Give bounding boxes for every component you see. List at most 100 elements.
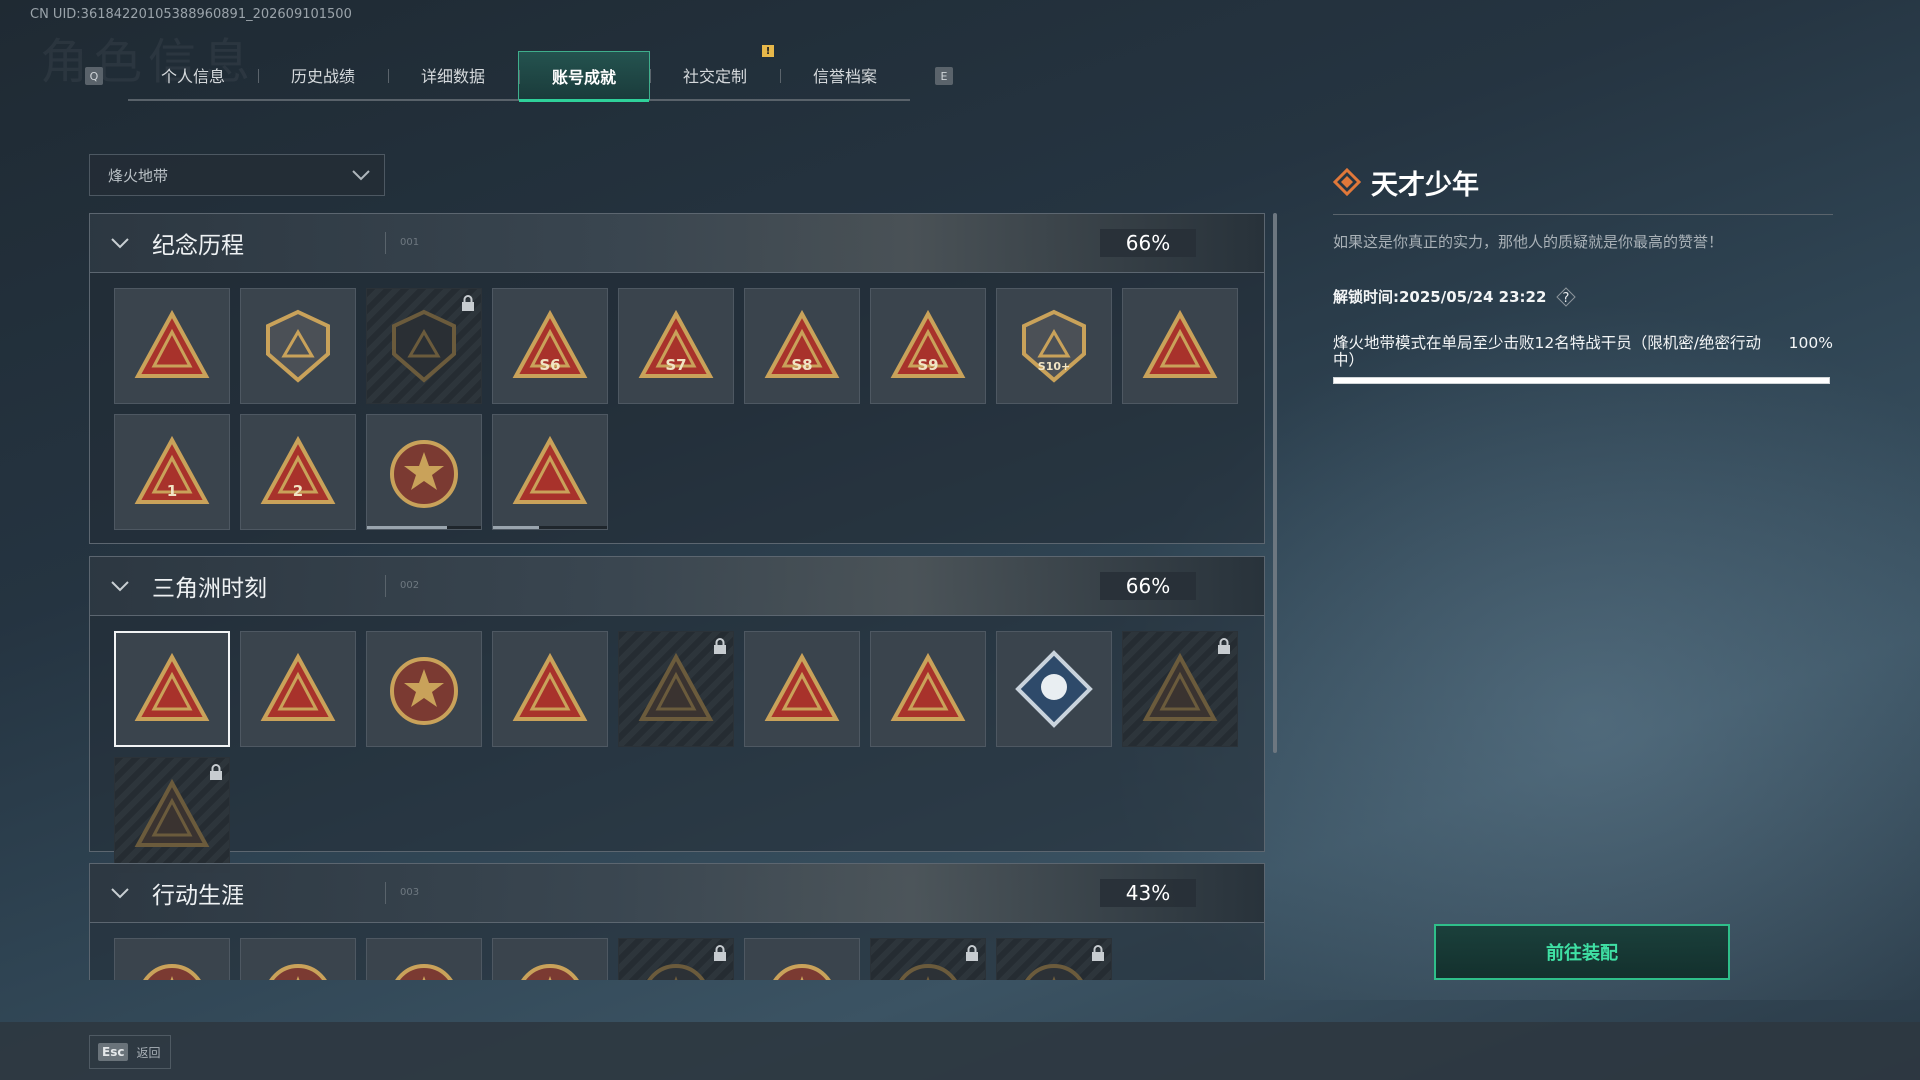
section-number: 002: [400, 580, 420, 591]
s10-emblem-icon: S10+: [1022, 309, 1086, 383]
section-title: 行动生涯: [152, 883, 244, 909]
tab-label: 详细数据: [420, 67, 485, 86]
achievement-tile[interactable]: [240, 631, 356, 747]
chevron-down-icon: [352, 170, 370, 181]
fish-triangle-badge-icon: [890, 652, 966, 721]
section-number: 003: [400, 887, 420, 898]
svg-text:S8: S8: [791, 356, 812, 374]
achievement-tile[interactable]: S7: [618, 288, 734, 404]
achievement-tile[interactable]: [618, 938, 734, 980]
lock-icon: [714, 638, 726, 654]
achievement-tile[interactable]: [1122, 288, 1238, 404]
achievement-tile[interactable]: [744, 631, 860, 747]
achievement-tile[interactable]: [618, 631, 734, 747]
tab-label: 信誉档案: [812, 67, 877, 86]
achievement-tile[interactable]: S8: [744, 288, 860, 404]
tab-detailed-data[interactable]: 详细数据: [388, 51, 518, 99]
achievement-tile[interactable]: [366, 414, 482, 530]
detail-description: 如果这是你真正的实力，那他人的质疑就是你最高的赞誉！: [1333, 233, 1724, 251]
achievement-tile[interactable]: S9: [870, 288, 986, 404]
helicopter-shield-icon: [266, 309, 330, 383]
achievement-tile[interactable]: [114, 757, 230, 873]
task-text-end: 中）: [1333, 351, 1365, 369]
unlock-time-label: 解锁时间:: [1333, 288, 1399, 306]
tab-reputation-file[interactable]: 信誉档案: [780, 51, 910, 99]
achievement-tile[interactable]: [366, 938, 482, 980]
achievement-tile[interactable]: [240, 288, 356, 404]
dark-round-badge-icon: [899, 964, 957, 980]
tab-social-customization[interactable]: 社交定制 !: [650, 45, 780, 99]
achievement-tile[interactable]: [996, 938, 1112, 980]
achievement-tile[interactable]: [366, 288, 482, 404]
svg-text:S6: S6: [539, 356, 560, 374]
section-percent: 66%: [1100, 229, 1196, 257]
prev-tab-key-hint[interactable]: Q: [85, 67, 103, 85]
achievement-tile[interactable]: 2: [240, 414, 356, 530]
list-scrollbar[interactable]: [1273, 213, 1277, 753]
green-star-badge-icon: [269, 964, 327, 980]
notification-badge: !: [762, 45, 774, 57]
diamond-emblem-icon: [1333, 168, 1361, 196]
svg-text:S10+: S10+: [1038, 360, 1070, 373]
chevron-down-icon: [111, 581, 129, 592]
task-description: 烽火地带模式在单局至少击败12名特战干员（限机密/绝密行动 100% 中）: [1333, 335, 1833, 369]
section-header[interactable]: 纪念历程 001 66%: [90, 214, 1264, 273]
section-operation-career: 行动生涯 003 43%: [89, 863, 1265, 980]
svg-text:S7: S7: [665, 356, 686, 374]
crate-triangle-badge-icon: [134, 652, 210, 721]
mode-dropdown-value: 烽火地带: [108, 166, 169, 185]
achievement-tile[interactable]: [492, 414, 608, 530]
tab-personal-info[interactable]: 个人信息: [128, 51, 258, 99]
achievement-tile[interactable]: [744, 938, 860, 980]
section-header[interactable]: 行动生涯 003 43%: [90, 864, 1264, 923]
achievement-tile[interactable]: [240, 938, 356, 980]
unlock-time-value: 2025/05/24 23:22: [1399, 287, 1547, 306]
divider: [1333, 214, 1833, 215]
section-memorial-journey: 纪念历程 001 66% S6 S7 S8 S9 S10+ 1 2: [89, 213, 1265, 544]
number-2-triangle-icon: 2: [260, 435, 336, 504]
achievement-tile[interactable]: S10+: [996, 288, 1112, 404]
s7-triangle-badge-icon: S7: [638, 309, 714, 378]
uid-label: CN UID:36184220105388960891_202609101500: [30, 7, 352, 22]
achievement-tile[interactable]: [870, 631, 986, 747]
detail-title-row: 天才少年: [1333, 160, 1833, 204]
achievement-tile[interactable]: [492, 938, 608, 980]
tab-achievements[interactable]: 账号成就: [518, 51, 650, 102]
tab-list: 个人信息 历史战绩 详细数据 账号成就 社交定制 ! 信誉档案: [128, 45, 910, 102]
achievement-tile[interactable]: 1: [114, 414, 230, 530]
lock-icon: [966, 945, 978, 961]
s9-triangle-badge-icon: S9: [890, 309, 966, 378]
delta-force-round-badge-icon: [390, 440, 458, 508]
achievement-tile[interactable]: [492, 631, 608, 747]
achievement-tile[interactable]: S6: [492, 288, 608, 404]
triangle-emblem-icon: [134, 309, 210, 378]
divider: [385, 232, 386, 254]
back-button[interactable]: Esc 返回: [89, 1035, 171, 1069]
skull-triangle-dark-badge-icon: [134, 778, 210, 847]
esc-key-hint: Esc: [98, 1043, 129, 1061]
tab-match-history[interactable]: 历史战绩: [258, 51, 388, 99]
achievement-tile[interactable]: [870, 938, 986, 980]
tile-progress-fill: [367, 526, 447, 529]
section-header[interactable]: 三角洲时刻 002 66%: [90, 557, 1264, 616]
next-tab-key-hint[interactable]: E: [935, 67, 953, 85]
go-equip-button[interactable]: 前往装配: [1434, 924, 1730, 980]
svg-text:2: 2: [293, 482, 303, 500]
mode-dropdown[interactable]: 烽火地带: [89, 154, 385, 196]
section-delta-moments: 三角洲时刻 002 66%: [89, 556, 1265, 873]
dark-round-badge-icon: [1025, 964, 1083, 980]
bird-triangle-badge-icon: [1142, 309, 1218, 378]
squad-triangle-badge-icon: [512, 652, 588, 721]
achievement-list: 纪念历程 001 66% S6 S7 S8 S9 S10+ 1 2 三角洲时刻 002 66…: [89, 213, 1265, 980]
achievement-tile[interactable]: [114, 631, 230, 747]
achievement-tile[interactable]: [366, 631, 482, 747]
badge-grid: [90, 923, 1264, 980]
achievement-tile[interactable]: [114, 938, 230, 980]
achievement-tile[interactable]: [1122, 631, 1238, 747]
unlock-time-row: 解锁时间: 2025/05/24 23:22 ?: [1333, 286, 1833, 307]
achievement-tile[interactable]: [996, 631, 1112, 747]
help-icon[interactable]: ?: [1556, 286, 1577, 307]
kneeling-soldier-badge-icon: [260, 652, 336, 721]
blue-star-crest-icon: [521, 964, 579, 980]
achievement-tile[interactable]: [114, 288, 230, 404]
